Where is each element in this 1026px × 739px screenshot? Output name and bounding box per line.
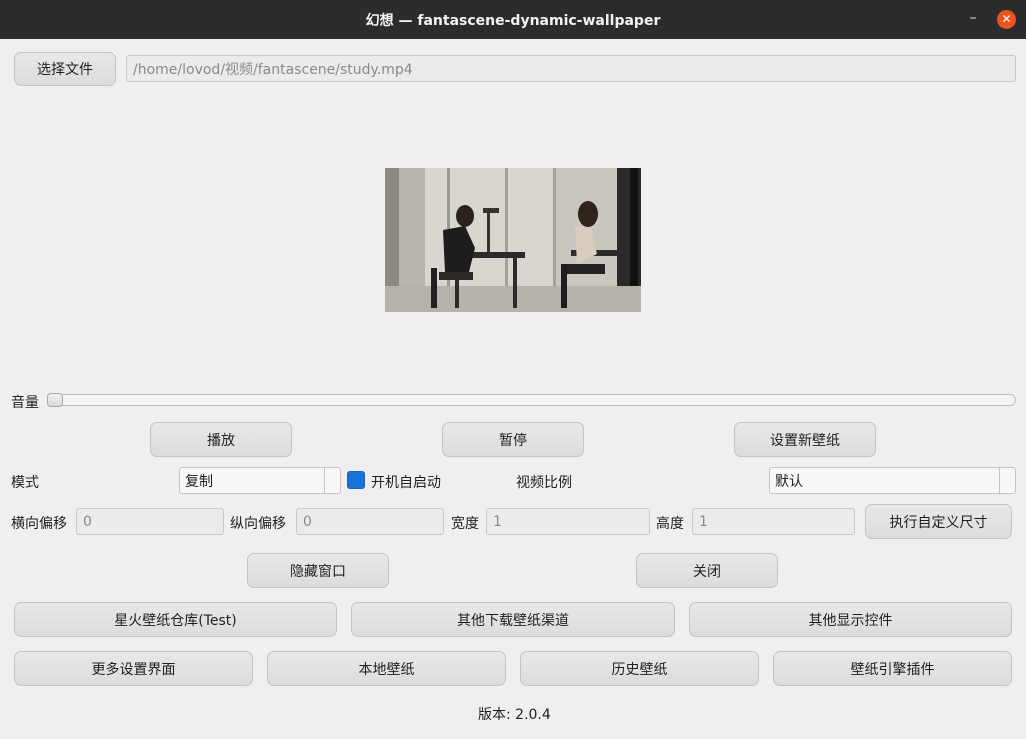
mode-select-arrow [324, 468, 340, 493]
mode-label: 模式 [11, 475, 39, 491]
close-window-icon[interactable]: ✕ [997, 10, 1016, 29]
window-title: 幻想 — fantascene-dynamic-wallpaper [365, 12, 661, 29]
volume-slider[interactable] [47, 394, 1016, 406]
other-display-controls-button[interactable]: 其他显示控件 [689, 602, 1012, 637]
video-preview-image [385, 168, 641, 312]
title-bar: 幻想 — fantascene-dynamic-wallpaper [0, 0, 1026, 39]
video-preview [385, 168, 641, 312]
choose-file-button[interactable]: 选择文件 [14, 52, 116, 86]
minimize-icon[interactable]: – [962, 8, 984, 30]
mode-select[interactable]: 复制 [179, 467, 341, 494]
mode-select-value: 复制 [185, 473, 213, 490]
file-path-field[interactable]: /home/lovod/视频/fantascene/study.mp4 [126, 55, 1016, 82]
history-wallpaper-button[interactable]: 历史壁纸 [520, 651, 759, 686]
video-ratio-select-value: 默认 [775, 473, 803, 490]
play-button[interactable]: 播放 [150, 422, 292, 457]
set-wallpaper-button[interactable]: 设置新壁纸 [734, 422, 876, 457]
video-ratio-select-arrow [999, 468, 1015, 493]
x-offset-input[interactable]: 0 [76, 508, 224, 535]
x-offset-label: 横向偏移 [11, 516, 67, 532]
volume-label: 音量 [11, 395, 39, 411]
version-number: 2.0.4 [515, 707, 551, 723]
height-input[interactable]: 1 [692, 508, 855, 535]
video-ratio-label: 视频比例 [516, 475, 572, 491]
apply-custom-size-button[interactable]: 执行自定义尺寸 [865, 504, 1012, 539]
video-ratio-select[interactable]: 默认 [769, 467, 1016, 494]
width-label: 宽度 [451, 516, 479, 532]
height-label: 高度 [656, 516, 684, 532]
volume-slider-handle[interactable] [47, 393, 63, 407]
wallpaper-engine-plugin-button[interactable]: 壁纸引擎插件 [773, 651, 1012, 686]
spark-wallpaper-store-button[interactable]: 星火壁纸仓库(Test) [14, 602, 337, 637]
hide-window-button[interactable]: 隐藏窗口 [247, 553, 389, 588]
y-offset-label: 纵向偏移 [230, 516, 286, 532]
width-input[interactable]: 1 [486, 508, 650, 535]
autostart-label: 开机自启动 [371, 475, 441, 491]
local-wallpaper-button[interactable]: 本地壁纸 [267, 651, 506, 686]
pause-button[interactable]: 暂停 [442, 422, 584, 457]
autostart-checkbox[interactable] [347, 471, 365, 489]
other-download-channels-button[interactable]: 其他下载壁纸渠道 [351, 602, 675, 637]
y-offset-input[interactable]: 0 [296, 508, 444, 535]
close-button[interactable]: 关闭 [636, 553, 778, 588]
more-settings-button[interactable]: 更多设置界面 [14, 651, 253, 686]
version-label: 版本: 2.0.4 [478, 704, 551, 724]
version-prefix: 版本: [478, 707, 511, 723]
main-content: 选择文件 /home/lovod/视频/fantascene/study.mp4 [0, 39, 1026, 739]
